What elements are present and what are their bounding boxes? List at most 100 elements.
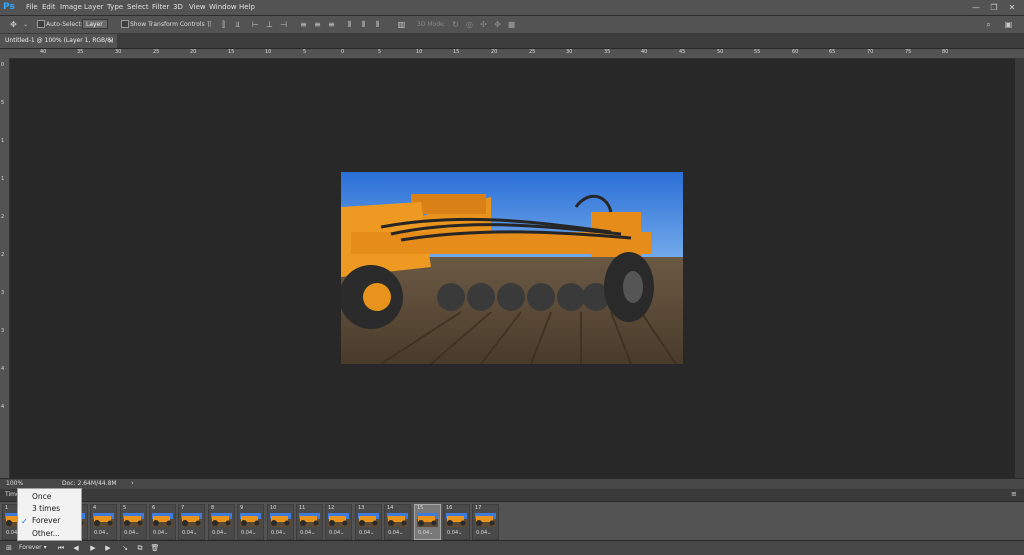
frame-delay[interactable]: 0.04⌄ (418, 530, 433, 537)
timeline-frame[interactable]: 11 0.04⌄ (296, 504, 323, 540)
transform-controls-checkbox[interactable] (121, 20, 129, 28)
frame-delay[interactable]: 0.04⌄ (271, 530, 286, 537)
loop-option-3-times[interactable]: 3 times (32, 503, 60, 515)
close-window-button[interactable]: ✕ (1006, 2, 1018, 13)
timeline-frame[interactable]: 16 0.04⌄ (443, 504, 470, 540)
tween-icon[interactable]: ↘ (120, 543, 130, 553)
loop-option-forever[interactable]: Forever (32, 515, 60, 527)
frame-number: 16 (446, 505, 453, 511)
ruler-label: 2 (1, 252, 5, 258)
align-left-icon[interactable]: ⊢ (250, 19, 261, 30)
auto-align-icon[interactable]: ▥ (396, 19, 407, 30)
menu-view[interactable]: View (189, 0, 206, 15)
frame-delay[interactable]: 0.04⌄ (359, 530, 374, 537)
menu-select[interactable]: Select (127, 0, 149, 15)
tab-bar (0, 34, 1024, 48)
convert-timeline-icon[interactable]: ⊞ (4, 543, 14, 553)
frame-thumbnail (152, 513, 173, 527)
restore-button[interactable]: ❐ (988, 2, 1000, 13)
timeline-frame[interactable]: 14 0.04⌄ (384, 504, 411, 540)
distribute-hcenter-icon[interactable]: ⦀ (358, 19, 369, 30)
frame-delay[interactable]: 0.04⌄ (241, 530, 256, 537)
close-tab-button[interactable]: × (108, 34, 117, 48)
frame-delay[interactable]: 0.04⌄ (94, 530, 109, 537)
timeline-frame[interactable]: 5 0.04⌄ (120, 504, 147, 540)
timeline-frame[interactable]: 17 0.04⌄ (472, 504, 499, 540)
timeline-frame[interactable]: 7 0.04⌄ (178, 504, 205, 540)
ruler-label: 35 (604, 49, 611, 55)
menu-layer[interactable]: Layer (84, 0, 104, 15)
frame-delay-value: 0.04 (300, 530, 312, 536)
timeline-frame[interactable]: 15 0.04⌄ (414, 504, 441, 540)
trash-icon[interactable]: 🗑 (150, 543, 160, 553)
ruler-label: 4 (1, 366, 5, 372)
menu-window[interactable]: Window (209, 0, 237, 15)
menu-file[interactable]: File (26, 0, 38, 15)
first-frame-icon[interactable]: ⏮ (56, 543, 66, 553)
align-hcenter-icon[interactable]: ⊥ (264, 19, 275, 30)
menu-image[interactable]: Image (60, 0, 82, 15)
distribute-left-icon[interactable]: ⦀ (344, 19, 355, 30)
timeline-frame[interactable]: 6 0.04⌄ (149, 504, 176, 540)
document-image[interactable] (341, 172, 683, 364)
frame-delay[interactable]: 0.04⌄ (388, 530, 403, 537)
auto-select-checkbox[interactable] (37, 20, 45, 28)
distribute-vcenter-icon[interactable]: ≡ (312, 19, 323, 30)
distribute-bottom-icon[interactable]: ≡ (326, 19, 337, 30)
timeline-frame[interactable]: 10 0.04⌄ (267, 504, 294, 540)
timeline-frame[interactable]: 12 0.04⌄ (325, 504, 352, 540)
roll-3d-icon[interactable]: ◎ (464, 19, 475, 30)
timeline-menu-icon[interactable]: ≡ (1011, 489, 1021, 500)
chevron-down-icon[interactable]: ⌄ (20, 19, 31, 30)
orbit-3d-icon[interactable]: ↻ (450, 19, 461, 30)
prev-frame-icon[interactable]: ◀ (71, 543, 81, 553)
status-menu-arrow[interactable]: › (131, 479, 134, 488)
frame-delay-value: 0.04 (329, 530, 341, 536)
timeline-frame[interactable]: 4 0.04⌄ (90, 504, 117, 540)
frame-number: 1 (5, 505, 9, 511)
document-tab[interactable]: Untitled-1 @ 100% (Layer 1, RGB/8) (0, 34, 117, 48)
slide-3d-icon[interactable]: ✥ (492, 19, 503, 30)
play-icon[interactable]: ▶ (88, 543, 98, 553)
auto-select-dropdown[interactable]: Layer (82, 19, 108, 29)
frame-delay[interactable]: 0.04⌄ (124, 530, 139, 537)
timeline-frame[interactable]: 9 0.04⌄ (237, 504, 264, 540)
align-top-icon[interactable]: ⫪ (204, 19, 215, 30)
menu-type[interactable]: Type (107, 0, 123, 15)
vertical-scrollbar[interactable] (1015, 58, 1024, 478)
align-bottom-icon[interactable]: ⫫ (232, 19, 243, 30)
loop-options-dropdown[interactable]: Forever ▾ (19, 543, 53, 553)
next-frame-icon[interactable]: ▶ (103, 543, 113, 553)
timeline-frame[interactable]: 8 0.04⌄ (208, 504, 235, 540)
ruler-label: 40 (40, 49, 47, 55)
frame-delay[interactable]: 0.04⌄ (329, 530, 344, 537)
distribute-top-icon[interactable]: ≡ (298, 19, 309, 30)
frame-delay[interactable]: 0.04⌄ (153, 530, 168, 537)
zoom-level[interactable]: 100% (6, 479, 23, 488)
loop-option-once[interactable]: Once (32, 491, 51, 503)
align-right-icon[interactable]: ⊣ (278, 19, 289, 30)
duplicate-frame-icon[interactable]: ⧉ (135, 543, 145, 553)
frame-delay[interactable]: 0.04⌄ (476, 530, 491, 537)
timeline-frame[interactable]: 13 0.04⌄ (355, 504, 382, 540)
minimize-button[interactable]: — (970, 2, 982, 13)
camera-3d-icon[interactable]: ■ (506, 19, 517, 30)
align-vcenter-icon[interactable]: ⫿ (218, 19, 229, 30)
distribute-right-icon[interactable]: ⦀ (372, 19, 383, 30)
search-icon[interactable]: ⌕ (983, 19, 994, 30)
workspace-icon[interactable]: ▣ (1003, 19, 1014, 30)
frame-delay[interactable]: 0.04⌄ (182, 530, 197, 537)
loop-option-other[interactable]: Other... (32, 528, 60, 540)
pan-3d-icon[interactable]: ✣ (478, 19, 489, 30)
frame-delay[interactable]: 0.04⌄ (447, 530, 462, 537)
frame-delay[interactable]: 0.04⌄ (212, 530, 227, 537)
menu-help[interactable]: Help (239, 0, 255, 15)
ruler-label: 0 (1, 62, 5, 68)
frame-delay[interactable]: 0.04⌄ (300, 530, 315, 537)
menu-edit[interactable]: Edit (42, 0, 56, 15)
frame-delay-value: 0.04 (271, 530, 283, 536)
move-tool-icon[interactable]: ✥ (8, 19, 19, 30)
menu-filter[interactable]: Filter (152, 0, 169, 15)
menu-3d[interactable]: 3D (173, 0, 183, 15)
frame-thumbnail (417, 513, 438, 527)
